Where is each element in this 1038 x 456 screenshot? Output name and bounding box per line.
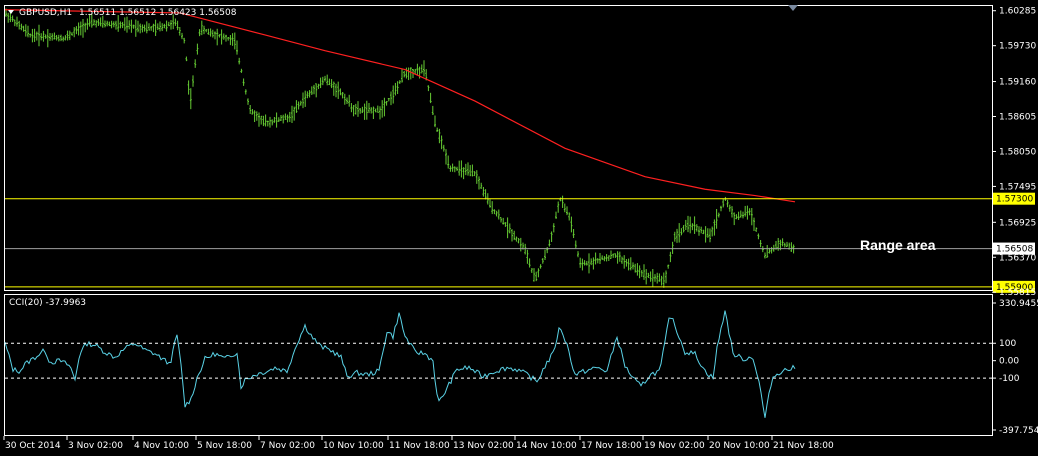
ohlc-values: 1.56511 1.56512 1.56423 1.56508 xyxy=(79,8,237,18)
cci-tick-label: 100 xyxy=(999,339,1016,349)
price-tick-label: 1.58605 xyxy=(999,113,1036,123)
time-tick-label: 19 Nov 02:00 xyxy=(644,441,705,451)
price-axis: 1.60285 1.59730 1.59160 1.58605 1.58050 1.574… xyxy=(992,7,1036,298)
time-tick-label: 17 Nov 18:00 xyxy=(581,441,642,451)
price-tick-label: 1.59730 xyxy=(999,42,1036,52)
cci-tick-label: -100 xyxy=(999,374,1020,384)
symbol-label: GBPUSD,H1 xyxy=(19,8,72,18)
price-tick-label: 1.56370 xyxy=(999,253,1036,263)
time-tick-label: 4 Nov 10:00 xyxy=(134,441,189,451)
time-tick-label: 5 Nov 18:00 xyxy=(197,441,252,451)
cci-tick-label: 0.00 xyxy=(999,357,1019,367)
price-tick-label: 1.55815 xyxy=(999,288,1036,298)
chart-canvas: 1.573001.559001.56508 1.602851.597301.59… xyxy=(0,0,1038,456)
price-tick-label: 1.56925 xyxy=(999,218,1036,228)
time-tick-label: 30 Oct 2014 xyxy=(5,441,61,451)
time-tick-label: 13 Nov 02:00 xyxy=(453,441,514,451)
time-tick-label: 14 Nov 10:00 xyxy=(516,441,577,451)
time-tick-label: 21 Nov 18:00 xyxy=(773,441,834,451)
time-tick-label: 3 Nov 02:00 xyxy=(68,441,123,451)
level-price-label: 1.57300 xyxy=(996,195,1033,205)
price-tick-label: 1.60285 xyxy=(999,7,1036,17)
range-area-annotation: Range area xyxy=(860,237,936,253)
cci-header: CCI(20) -37.9963 xyxy=(9,298,86,308)
cci-tick-label: 330.9455 xyxy=(999,299,1038,309)
price-tick-label: 1.58050 xyxy=(999,147,1036,157)
cci-tick-label: -397.754 xyxy=(999,426,1038,436)
time-tick-label: 10 Nov 10:00 xyxy=(323,441,384,451)
price-tick-label: 1.59160 xyxy=(999,78,1036,88)
time-tick-label: 11 Nov 18:00 xyxy=(389,441,450,451)
time-tick-label: 7 Nov 02:00 xyxy=(260,441,315,451)
price-tick-label: 1.57495 xyxy=(999,182,1036,192)
time-tick-label: 20 Nov 10:00 xyxy=(709,441,770,451)
